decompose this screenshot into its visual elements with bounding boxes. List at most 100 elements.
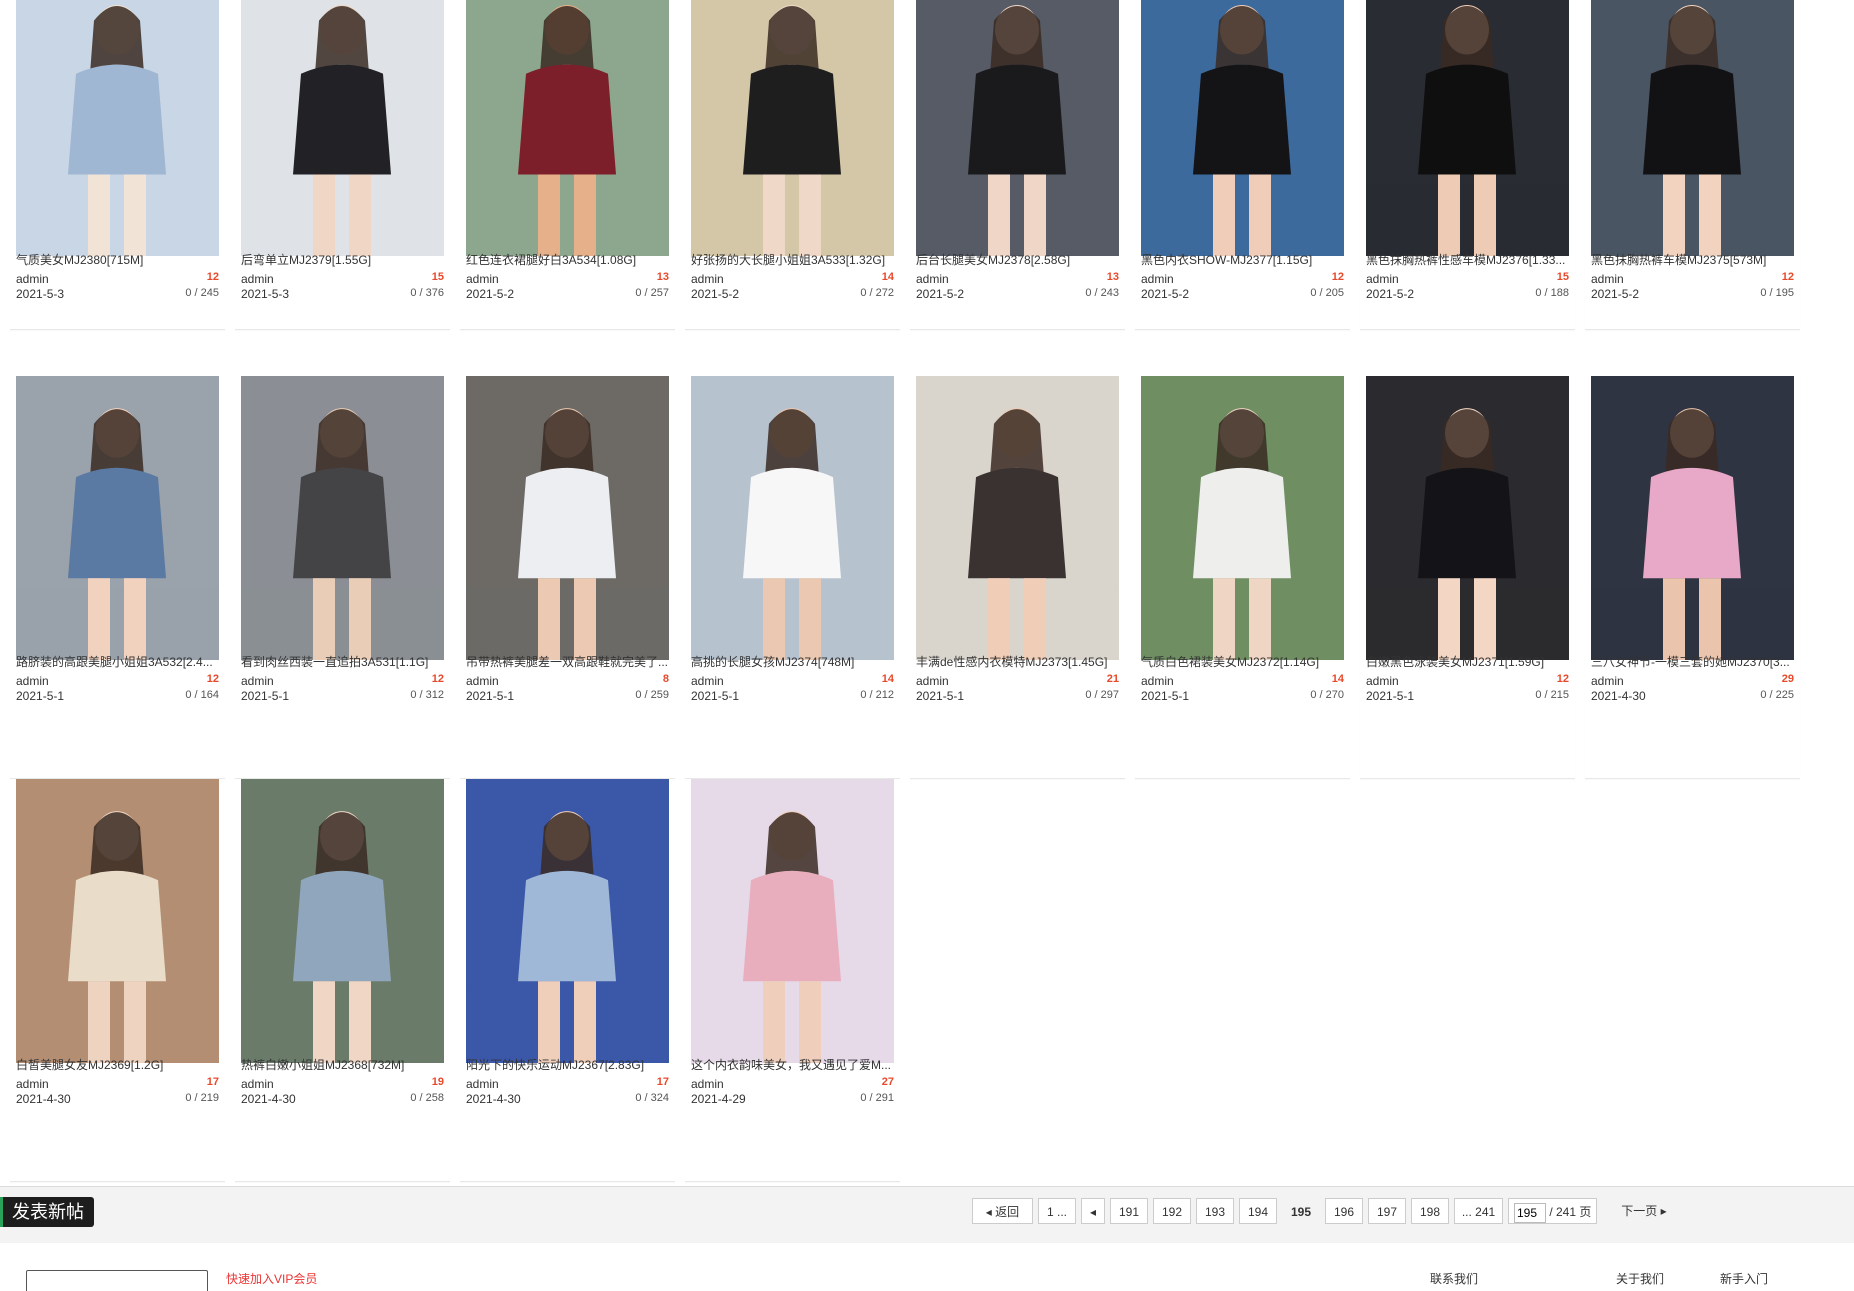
thread-card[interactable]: 红色连衣裙腿好白3A534[1.08G] admin 13 2021-5-2 0 / 2… (460, 0, 675, 330)
page-last[interactable]: ... 241 (1454, 1198, 1503, 1224)
thread-thumbnail[interactable] (1366, 376, 1569, 660)
thread-title[interactable]: 黑色内衣SHOW-MJ2377[1.15G] (1141, 252, 1344, 268)
thread-title[interactable]: 红色连衣裙腿好白3A534[1.08G] (466, 252, 669, 268)
page-first[interactable]: 1 ... (1038, 1198, 1076, 1224)
thread-thumbnail[interactable] (16, 779, 219, 1063)
view-count: 0 / 225 (1760, 689, 1794, 701)
thread-card[interactable]: 吊带热裤美腿差一双高跟鞋就完美了... admin 8 2021-5-1 0 / 259 (460, 376, 675, 779)
thread-author[interactable]: admin (1141, 272, 1174, 286)
thread-author[interactable]: admin (1591, 272, 1624, 286)
vip-link[interactable]: 快速加入VIP会员 (226, 1270, 317, 1287)
thread-thumbnail[interactable] (241, 376, 444, 660)
thread-thumbnail[interactable] (16, 376, 219, 660)
thread-card[interactable]: 丰满de性感内衣模特MJ2373[1.45G] admin 21 2021-5-1 0 … (910, 376, 1125, 779)
page-194[interactable]: 194 (1239, 1198, 1277, 1224)
thread-thumbnail[interactable] (1591, 376, 1794, 660)
page-193[interactable]: 193 (1196, 1198, 1234, 1224)
thread-card[interactable]: 热裤白嫩小姐姐MJ2368[732M] admin 19 2021-4-30 0 / 2… (235, 779, 450, 1182)
thread-author[interactable]: admin (691, 1077, 724, 1091)
thread-card[interactable]: 黑色抹胸热裤车模MJ2375[573M] admin 12 2021-5-2 0 / 1… (1585, 0, 1800, 330)
thread-card[interactable]: 阳光下的快乐运动MJ2367[2.83G] admin 17 2021-4-30 0 /… (460, 779, 675, 1182)
thread-title[interactable]: 好张扬的大长腿小姐姐3A533[1.32G] (691, 252, 894, 268)
thread-title[interactable]: 白皙美腿女友MJ2369[1.2G] (16, 1057, 219, 1073)
thread-card[interactable]: 白嫩黑色泳装美女MJ2371[1.59G] admin 12 2021-5-1 0 / … (1360, 376, 1575, 779)
next-page-button[interactable]: 下一页 ▸ (1614, 1198, 1674, 1224)
thread-author[interactable]: admin (241, 674, 274, 688)
page-191[interactable]: 191 (1110, 1198, 1148, 1224)
thread-title[interactable]: 后台长腿美女MJ2378[2.58G] (916, 252, 1119, 268)
thread-author[interactable]: admin (1141, 674, 1174, 688)
thread-title[interactable]: 黑色抹胸热裤车模MJ2375[573M] (1591, 252, 1794, 268)
thread-thumbnail[interactable] (691, 0, 894, 256)
thread-title[interactable]: 气质白色裙装美女MJ2372[1.14G] (1141, 654, 1344, 670)
thread-author[interactable]: admin (466, 1077, 499, 1091)
thread-thumbnail[interactable] (466, 376, 669, 660)
thread-author[interactable]: admin (691, 272, 724, 286)
prev-page-button[interactable]: ◂ (1081, 1198, 1105, 1224)
thread-thumbnail[interactable] (1366, 0, 1569, 256)
thread-thumbnail[interactable] (1141, 376, 1344, 660)
thread-author[interactable]: admin (1366, 272, 1399, 286)
thread-thumbnail[interactable] (466, 0, 669, 256)
thread-title[interactable]: 高挑的长腿女孩MJ2374[748M] (691, 654, 894, 670)
thread-card[interactable]: 气质美女MJ2380[715M] admin 12 2021-5-3 0 / 245 (10, 0, 225, 330)
thread-card[interactable]: 这个内衣韵味美女，我又遇见了爱M... admin 27 2021-4-29 0 / 2… (685, 779, 900, 1182)
thread-thumbnail[interactable] (466, 779, 669, 1063)
thread-author[interactable]: admin (1591, 674, 1624, 688)
thread-title[interactable]: 热裤白嫩小姐姐MJ2368[732M] (241, 1057, 444, 1073)
thread-card[interactable]: 后弯单立MJ2379[1.55G] admin 15 2021-5-3 0 / 376 (235, 0, 450, 330)
thread-author[interactable]: admin (16, 674, 49, 688)
thread-author[interactable]: admin (16, 1077, 49, 1091)
thread-author[interactable]: admin (241, 1077, 274, 1091)
thread-author[interactable]: admin (916, 272, 949, 286)
thread-card[interactable]: 气质白色裙装美女MJ2372[1.14G] admin 14 2021-5-1 0 / … (1135, 376, 1350, 779)
thread-title[interactable]: 丰满de性感内衣模特MJ2373[1.45G] (916, 654, 1119, 670)
thread-card[interactable]: 路脐装的高跟美腿小姐姐3A532[2.4... admin 12 2021-5-1 0 … (10, 376, 225, 779)
newbie-link[interactable]: 新手入门 (1720, 1270, 1768, 1287)
thread-card[interactable]: 黑色内衣SHOW-MJ2377[1.15G] admin 12 2021-5-2 0 /… (1135, 0, 1350, 330)
thread-thumbnail[interactable] (916, 0, 1119, 256)
page-197[interactable]: 197 (1368, 1198, 1406, 1224)
thread-thumbnail[interactable] (241, 0, 444, 256)
thread-title[interactable]: 气质美女MJ2380[715M] (16, 252, 219, 268)
thread-author[interactable]: admin (466, 272, 499, 286)
page-jump-input[interactable] (1514, 1202, 1546, 1223)
thread-card[interactable]: 好张扬的大长腿小姐姐3A533[1.32G] admin 14 2021-5-2 0 /… (685, 0, 900, 330)
new-post-button[interactable]: 发表新帖 (0, 1197, 94, 1227)
thread-author[interactable]: admin (16, 272, 49, 286)
thread-author[interactable]: admin (691, 674, 724, 688)
thread-title[interactable]: 这个内衣韵味美女，我又遇见了爱M... (691, 1057, 894, 1073)
page-196[interactable]: 196 (1325, 1198, 1363, 1224)
page-198[interactable]: 198 (1411, 1198, 1449, 1224)
thread-thumbnail[interactable] (691, 779, 894, 1063)
thread-card[interactable]: 看到肉丝西装一直追拍3A531[1.1G] admin 12 2021-5-1 0 / … (235, 376, 450, 779)
thread-title[interactable]: 黑色抹胸热裤性感车模MJ2376[1.33... (1366, 252, 1569, 268)
photo-placeholder (466, 376, 669, 660)
thread-card[interactable]: 后台长腿美女MJ2378[2.58G] admin 13 2021-5-2 0 / 24… (910, 0, 1125, 330)
thread-card[interactable]: 黑色抹胸热裤性感车模MJ2376[1.33... admin 15 2021-5-2 0… (1360, 0, 1575, 330)
thread-title[interactable]: 白嫩黑色泳装美女MJ2371[1.59G] (1366, 654, 1569, 670)
back-button[interactable]: ◂ 返回 (972, 1198, 1033, 1224)
page-192[interactable]: 192 (1153, 1198, 1191, 1224)
thread-thumbnail[interactable] (241, 779, 444, 1063)
thread-title[interactable]: 后弯单立MJ2379[1.55G] (241, 252, 444, 268)
about-link[interactable]: 关于我们 (1616, 1270, 1664, 1287)
thread-thumbnail[interactable] (916, 376, 1119, 660)
thread-thumbnail[interactable] (1591, 0, 1794, 256)
thread-thumbnail[interactable] (16, 0, 219, 256)
thread-title[interactable]: 三八女神节-一模三套的她MJ2370[3... (1591, 654, 1794, 670)
thread-card[interactable]: 高挑的长腿女孩MJ2374[748M] admin 14 2021-5-1 0 / 21… (685, 376, 900, 779)
contact-link[interactable]: 联系我们 (1430, 1270, 1478, 1287)
thread-title[interactable]: 吊带热裤美腿差一双高跟鞋就完美了... (466, 654, 669, 670)
thread-title[interactable]: 路脐装的高跟美腿小姐姐3A532[2.4... (16, 654, 219, 670)
thread-thumbnail[interactable] (691, 376, 894, 660)
thread-author[interactable]: admin (1366, 674, 1399, 688)
thread-author[interactable]: admin (241, 272, 274, 286)
thread-author[interactable]: admin (466, 674, 499, 688)
thread-author[interactable]: admin (916, 674, 949, 688)
thread-thumbnail[interactable] (1141, 0, 1344, 256)
thread-title[interactable]: 看到肉丝西装一直追拍3A531[1.1G] (241, 654, 444, 670)
thread-card[interactable]: 三八女神节-一模三套的她MJ2370[3... admin 29 2021-4-30 0… (1585, 376, 1800, 779)
thread-title[interactable]: 阳光下的快乐运动MJ2367[2.83G] (466, 1057, 669, 1073)
thread-card[interactable]: 白皙美腿女友MJ2369[1.2G] admin 17 2021-4-30 0 / 21… (10, 779, 225, 1182)
